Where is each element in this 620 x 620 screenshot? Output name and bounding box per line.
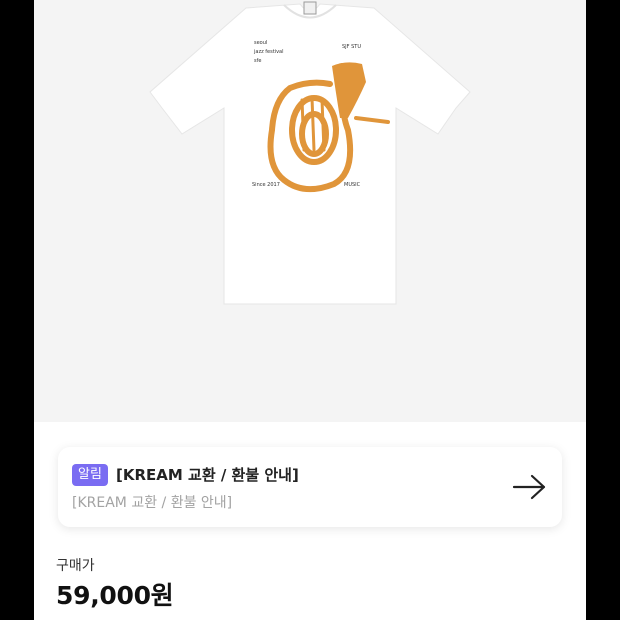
print-since: Since 2017 bbox=[252, 182, 280, 188]
print-line-2: jazz festival bbox=[253, 49, 284, 55]
print-music: MUSIC bbox=[344, 182, 361, 188]
product-image[interactable]: seoul jazz festival sfe SJF STU Since 20… bbox=[34, 0, 586, 422]
notice-title: [KREAM 교환 / 환불 안내] bbox=[116, 466, 299, 484]
price-label: 구매가 bbox=[56, 558, 95, 574]
notice-card[interactable]: 알림 [KREAM 교환 / 환불 안내] [KREAM 교환 / 환불 안내] bbox=[58, 447, 562, 527]
print-tag-top: SJF STU bbox=[342, 44, 361, 50]
notice-subtitle: [KREAM 교환 / 환불 안내] bbox=[72, 495, 233, 511]
price-value: 59,000원 bbox=[56, 581, 174, 610]
notice-badge: 알림 bbox=[72, 464, 108, 486]
print-line-3: sfe bbox=[254, 58, 261, 64]
print-line-1: seoul bbox=[254, 40, 267, 46]
t-shirt-image: seoul jazz festival sfe SJF STU Since 20… bbox=[149, 1, 471, 305]
product-page: seoul jazz festival sfe SJF STU Since 20… bbox=[34, 0, 586, 620]
arrow-right-icon[interactable] bbox=[510, 473, 550, 501]
